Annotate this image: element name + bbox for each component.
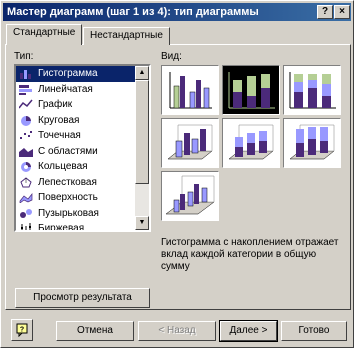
subtype-100-stacked-column[interactable] [283, 65, 341, 115]
chart-type-item[interactable]: Линейчатая [16, 82, 149, 98]
subtype-3d-100-stacked-column[interactable] [283, 118, 341, 168]
scroll-up-button[interactable]: ▲ [135, 66, 149, 80]
subtype-grid [161, 65, 343, 221]
bar-icon [19, 84, 32, 95]
tab-standard[interactable]: Стандартные [6, 24, 83, 45]
chart-type-item[interactable]: Круговая [16, 113, 149, 129]
histogram-icon [20, 70, 31, 79]
list-scrollbar[interactable]: ▲ ▼ [135, 66, 149, 230]
chart-type-label: Поверхность [38, 192, 98, 203]
surface-icon [19, 193, 33, 203]
chart-type-label: С областями [38, 145, 98, 157]
chart-type-label: Лепестковая [38, 176, 97, 188]
bubble-icon [20, 208, 32, 218]
type-label: Тип: [14, 51, 34, 62]
chart-type-label: Кольцевая [38, 161, 88, 172]
chart-type-item[interactable]: Кольцевая [16, 159, 149, 175]
window-title: Мастер диаграмм (шаг 1 из 4): тип диагра… [7, 6, 259, 18]
subtype-clustered-column[interactable] [161, 65, 219, 115]
chart-type-label: Пузырьковая [38, 207, 99, 219]
scatter-icon [20, 131, 32, 139]
clustered-column-icon [169, 72, 212, 109]
chart-type-label: Гистограмма [38, 68, 98, 79]
subtype-3d-column[interactable] [161, 171, 219, 221]
stock-icon [21, 223, 31, 230]
subtype-stacked-column[interactable] [222, 65, 280, 115]
line-icon [19, 99, 33, 109]
chart-type-label: Точечная [38, 130, 81, 141]
chart-type-item[interactable]: Гистограмма [16, 66, 149, 82]
subtype-3d-stacked-column[interactable] [222, 118, 280, 168]
chart-type-list[interactable]: Гистограмма Линейчатая График Круговая Точеч… [14, 64, 151, 232]
close-button[interactable]: × [334, 5, 350, 19]
chart-type-item[interactable]: Лепестковая [16, 175, 149, 191]
chart-type-label: Круговая [38, 114, 80, 126]
chart-type-item[interactable]: Поверхность [16, 190, 149, 206]
chart-type-label: График [38, 99, 73, 110]
help-title-button[interactable]: ? [317, 5, 333, 19]
chart-type-item[interactable]: С областями [16, 144, 149, 160]
scroll-thumb[interactable] [135, 80, 149, 184]
scroll-down-button[interactable]: ▼ [135, 216, 149, 230]
stacked-column-icon [228, 72, 275, 109]
chart-type-label: Линейчатая [38, 83, 93, 95]
chart-type-item[interactable]: Биржевая [16, 221, 149, 232]
tab-custom[interactable]: Нестандартные [83, 27, 170, 45]
back-button[interactable]: < Назад [138, 321, 216, 341]
percent-stacked-column-icon [289, 72, 336, 109]
chart-type-item[interactable]: График [16, 97, 149, 113]
help-button[interactable]: ? [11, 319, 33, 341]
help-icon: ? [16, 323, 28, 338]
chart-type-label: Биржевая [38, 223, 85, 232]
next-button[interactable]: Далее > [219, 320, 278, 342]
svg-text:?: ? [20, 327, 24, 334]
radar-icon [20, 176, 32, 187]
clustered-column-3d-icon [167, 124, 213, 160]
subtype-3d-clustered-column[interactable] [161, 118, 219, 168]
chart-wizard-dialog: Мастер диаграмм (шаг 1 из 4): тип диагра… [0, 0, 354, 348]
chart-type-item[interactable]: Точечная [16, 128, 149, 144]
preview-button[interactable]: Просмотр результата [15, 288, 150, 308]
doughnut-icon [21, 162, 31, 172]
chart-type-item[interactable]: Пузырьковая [16, 206, 149, 222]
finish-button[interactable]: Готово [281, 321, 347, 341]
percent-stacked-column-3d-icon [289, 124, 335, 160]
stacked-column-3d-icon [228, 124, 274, 160]
pie-icon [21, 115, 31, 126]
title-bar: Мастер диаграмм (шаг 1 из 4): тип диагра… [3, 3, 351, 21]
subtype-label: Вид: [161, 51, 182, 62]
area-icon [19, 147, 33, 157]
column-3d-icon [165, 175, 215, 215]
subtype-description: Гистограмма с накоплением отражает вклад… [161, 237, 339, 272]
cancel-button[interactable]: Отмена [56, 321, 134, 341]
